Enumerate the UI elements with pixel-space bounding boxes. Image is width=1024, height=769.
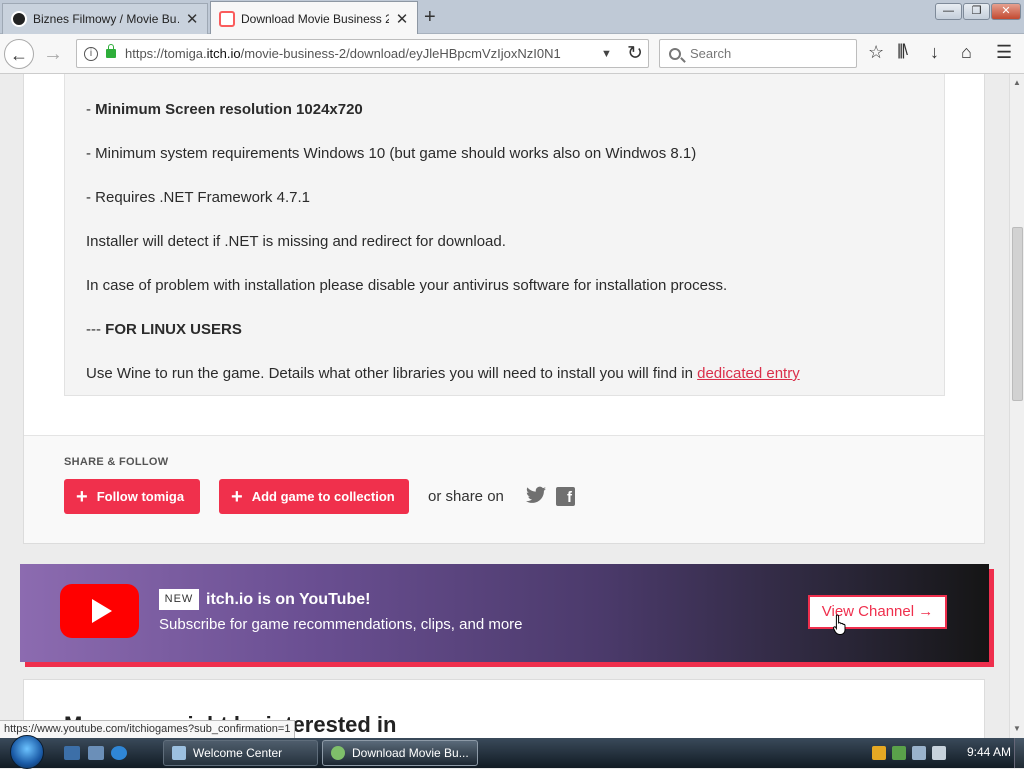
url-path: /movie-business-2/download/eyJleHBpcmVzI… bbox=[240, 46, 561, 61]
downloads-icon[interactable]: ↓ bbox=[930, 42, 939, 63]
browser-icon bbox=[331, 746, 345, 760]
follow-button[interactable]: + Follow tomiga bbox=[64, 479, 200, 514]
switch-windows-icon[interactable] bbox=[88, 746, 104, 760]
line-text: Use Wine to run the game. Details what o… bbox=[86, 365, 698, 382]
address-bar[interactable]: i https://tomiga.itch.io/movie-business-… bbox=[76, 39, 649, 68]
tab-title: Biznes Filmowy / Movie Bu… bbox=[33, 12, 180, 26]
instruction-line: - Minimum Screen resolution 1024x720 bbox=[86, 101, 363, 118]
itchio-favicon-icon bbox=[219, 10, 235, 27]
line-prefix: - bbox=[86, 101, 96, 118]
close-tab-icon[interactable]: ✕ bbox=[185, 10, 199, 28]
tab-biznes-filmowy[interactable]: Biznes Filmowy / Movie Bu… ✕ bbox=[2, 3, 208, 34]
status-bar-url: https://www.youtube.com/itchiogames?sub_… bbox=[0, 720, 296, 738]
dedicated-entry-link[interactable]: dedicated entry bbox=[697, 365, 800, 382]
forward-button[interactable]: → bbox=[38, 39, 68, 69]
instruction-line: --- FOR LINUX USERS bbox=[86, 321, 242, 338]
url-host: https://tomiga. bbox=[125, 46, 207, 61]
url-domain: itch.io bbox=[206, 46, 241, 61]
library-icon[interactable]: |||\ bbox=[897, 42, 908, 60]
volume-muted-icon[interactable] bbox=[932, 746, 946, 760]
scroll-up-icon[interactable]: ▲ bbox=[1013, 78, 1021, 87]
search-icon bbox=[669, 47, 681, 60]
twitter-icon[interactable] bbox=[526, 486, 546, 504]
youtube-promo-banner: NEW itch.io is on YouTube! Subscribe for… bbox=[20, 564, 989, 662]
close-window-button[interactable]: ✕ bbox=[991, 3, 1021, 20]
line-bold: FOR LINUX USERS bbox=[105, 321, 242, 338]
security-shield-icon[interactable] bbox=[872, 746, 886, 760]
add-to-collection-button[interactable]: + Add game to collection bbox=[219, 479, 409, 514]
search-input[interactable]: Search bbox=[659, 39, 857, 68]
follow-label: Follow tomiga bbox=[96, 489, 185, 504]
reload-button[interactable]: ↻ bbox=[620, 39, 650, 69]
new-badge: NEW bbox=[159, 589, 199, 610]
banner-subtitle: Subscribe for game recommendations, clip… bbox=[159, 616, 523, 633]
hand-cursor-icon bbox=[833, 614, 846, 635]
close-tab-icon[interactable]: ✕ bbox=[395, 10, 409, 28]
taskbar-item-firefox[interactable]: Download Movie Bu... bbox=[322, 740, 478, 766]
network-icon[interactable] bbox=[912, 746, 926, 760]
menu-icon[interactable]: ☰ bbox=[996, 42, 1012, 63]
tab-strip: Biznes Filmowy / Movie Bu… ✕ Download Mo… bbox=[0, 0, 1024, 35]
show-desktop-icon[interactable] bbox=[64, 746, 80, 760]
navigation-toolbar: ← → i https://tomiga.itch.io/movie-busin… bbox=[0, 34, 1024, 74]
windows-logo-icon bbox=[10, 735, 44, 769]
taskbar-item-label: Welcome Center bbox=[193, 746, 283, 760]
instruction-line: Use Wine to run the game. Details what o… bbox=[86, 365, 800, 382]
plus-icon: + bbox=[231, 485, 243, 508]
chevron-down-icon[interactable]: ▼ bbox=[601, 48, 612, 60]
youtube-logo-icon bbox=[60, 584, 139, 638]
facebook-icon[interactable]: f bbox=[556, 487, 575, 506]
share-heading: SHARE & FOLLOW bbox=[64, 456, 169, 468]
update-icon[interactable] bbox=[892, 746, 906, 760]
search-placeholder: Search bbox=[690, 46, 732, 61]
plus-icon: + bbox=[76, 485, 88, 508]
browser-window: Biznes Filmowy / Movie Bu… ✕ Download Mo… bbox=[0, 0, 1024, 769]
tab-download-movie-business[interactable]: Download Movie Business 2 ✕ bbox=[210, 1, 418, 35]
internet-explorer-icon[interactable] bbox=[111, 746, 127, 760]
page-viewport: - Minimum Screen resolution 1024x720 - M… bbox=[0, 74, 1009, 738]
favicon-icon bbox=[11, 11, 27, 27]
tab-title: Download Movie Business 2 bbox=[241, 11, 390, 26]
share-follow-section: SHARE & FOLLOW + Follow tomiga + Add game … bbox=[24, 435, 984, 543]
instruction-line: - Requires .NET Framework 4.7.1 bbox=[86, 189, 310, 206]
bookmark-star-icon[interactable]: ☆ bbox=[868, 42, 884, 63]
scroll-down-icon[interactable]: ▼ bbox=[1013, 724, 1021, 733]
url-text: https://tomiga.itch.io/movie-business-2/… bbox=[125, 46, 595, 61]
minimize-button[interactable]: — bbox=[935, 3, 962, 20]
lock-icon bbox=[106, 44, 116, 58]
instruction-line: - Minimum system requirements Windows 10… bbox=[86, 145, 697, 162]
scrollbar-thumb[interactable] bbox=[1012, 227, 1023, 401]
line-bold: Minimum Screen resolution 1024x720 bbox=[95, 101, 363, 118]
taskbar-item-label: Download Movie Bu... bbox=[352, 746, 469, 760]
taskbar-item-welcome-center[interactable]: Welcome Center bbox=[163, 740, 318, 766]
install-instructions: - Minimum Screen resolution 1024x720 - M… bbox=[64, 74, 945, 396]
view-channel-button[interactable]: View Channel → bbox=[808, 595, 947, 629]
welcome-center-icon bbox=[172, 746, 186, 760]
vertical-scrollbar[interactable]: ▲ ▼ bbox=[1009, 74, 1024, 738]
home-icon[interactable]: ⌂ bbox=[961, 42, 972, 63]
line-prefix: --- bbox=[86, 321, 106, 338]
new-tab-button[interactable]: + bbox=[424, 6, 436, 29]
show-desktop-button[interactable] bbox=[1014, 738, 1024, 768]
back-button[interactable]: ← bbox=[4, 39, 34, 69]
instruction-line: Installer will detect if .NET is missing… bbox=[86, 233, 506, 250]
start-button[interactable] bbox=[10, 735, 48, 769]
maximize-button[interactable]: ❐ bbox=[963, 3, 990, 20]
windows-taskbar: Welcome Center Download Movie Bu... 9:44… bbox=[0, 735, 1024, 769]
game-download-card: - Minimum Screen resolution 1024x720 - M… bbox=[23, 74, 985, 544]
taskbar-clock[interactable]: 9:44 AM bbox=[967, 745, 1011, 759]
banner-headline: itch.io is on YouTube! bbox=[206, 591, 371, 608]
collection-label: Add game to collection bbox=[251, 489, 395, 504]
instruction-line: In case of problem with installation ple… bbox=[86, 277, 728, 294]
site-info-icon[interactable]: i bbox=[84, 46, 98, 61]
or-share-label: or share on bbox=[428, 488, 504, 505]
